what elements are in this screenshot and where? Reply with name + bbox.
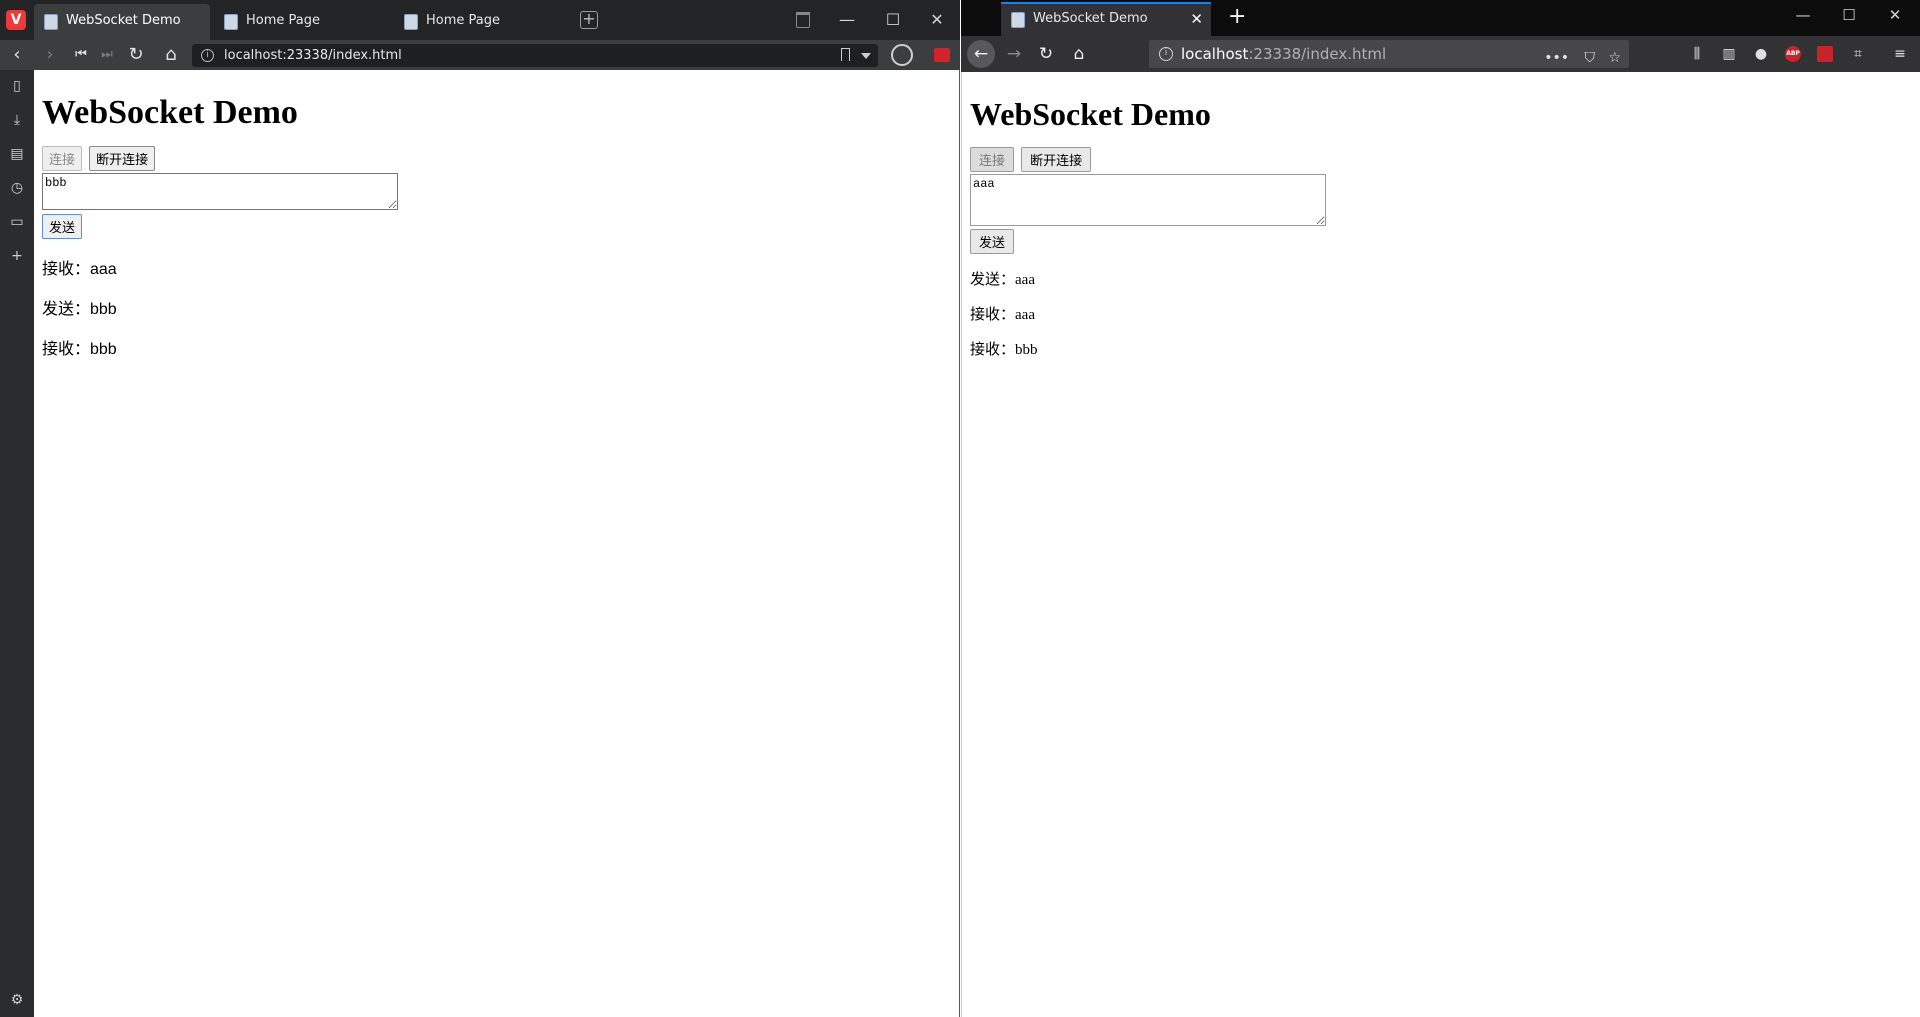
left-browser-window: V WebSocket Demo Home Page Home Page + —… bbox=[0, 0, 960, 1017]
connect-button[interactable]: 连接 bbox=[970, 147, 1015, 172]
message-entry: 接收：bbb bbox=[42, 341, 117, 358]
send-button[interactable]: 发送 bbox=[970, 229, 1015, 254]
message-entry: 接收：aaa bbox=[970, 307, 1035, 323]
menu-icon[interactable]: ≡ bbox=[1890, 44, 1910, 64]
left-page-content: WebSocket Demo 连接 断开连接 bbb 发送 接收：aaa 发送：… bbox=[34, 70, 959, 1017]
star-icon[interactable]: ☆ bbox=[1608, 44, 1621, 72]
home-icon[interactable]: ⌂ bbox=[158, 43, 184, 67]
bookmark-panel-icon[interactable]: ▯ bbox=[9, 78, 25, 94]
disconnect-button[interactable]: 断开连接 bbox=[89, 146, 156, 171]
forward-icon[interactable]: → bbox=[1001, 42, 1027, 66]
info-icon[interactable]: i bbox=[201, 49, 214, 62]
history-icon[interactable]: ◷ bbox=[9, 180, 25, 196]
adblock-icon[interactable]: ABP bbox=[1785, 46, 1801, 62]
window-panel-icon[interactable]: ▭ bbox=[9, 214, 25, 230]
sidebar-icon[interactable]: ▥ bbox=[1719, 44, 1739, 64]
library-icon[interactable]: ⫼ bbox=[1687, 44, 1707, 64]
add-panel-icon[interactable]: + bbox=[9, 248, 25, 264]
right-browser-window: WebSocket Demo ✕ + — ☐ ✕ ← → ↻ ⌂ i local… bbox=[961, 0, 1920, 1017]
forward-icon[interactable]: › bbox=[37, 43, 63, 67]
connect-button[interactable]: 连接 bbox=[42, 146, 83, 171]
rewind-icon[interactable]: ⏮ bbox=[68, 43, 94, 67]
left-side-panel: ▯ ⤓ ▤ ◷ ▭ + ⚙ bbox=[0, 70, 34, 1017]
address-bar[interactable]: i localhost:23338/index.html bbox=[192, 44, 878, 67]
tab-close-icon[interactable]: ✕ bbox=[1190, 4, 1203, 34]
settings-gear-icon[interactable]: ⚙ bbox=[9, 992, 25, 1008]
left-tab-bar: V WebSocket Demo Home Page Home Page + —… bbox=[0, 0, 960, 40]
profile-avatar-icon[interactable] bbox=[891, 44, 913, 66]
tab-label: WebSocket Demo bbox=[66, 13, 181, 28]
message-input[interactable]: aaa bbox=[970, 174, 1326, 226]
page-icon bbox=[1011, 12, 1025, 28]
maximize-button[interactable]: ☐ bbox=[878, 8, 908, 32]
chevron-down-icon[interactable] bbox=[861, 53, 871, 59]
tab-label: Home Page bbox=[426, 13, 500, 28]
right-tab-bar: WebSocket Demo ✕ + — ☐ ✕ bbox=[961, 0, 1920, 36]
pocket-icon[interactable]: ⛉ bbox=[1585, 44, 1596, 72]
back-icon[interactable]: ‹ bbox=[4, 43, 30, 67]
maximize-button[interactable]: ☐ bbox=[1834, 6, 1864, 28]
left-address-row: ‹ › ⏮ ⏭ ↻ ⌂ i localhost:23338/index.html bbox=[0, 40, 960, 70]
button-row: 连接 断开连接 bbox=[970, 147, 1912, 172]
right-page-content: WebSocket Demo 连接 断开连接 aaa 发送 发送：aaa 接收：… bbox=[961, 72, 1920, 1017]
tab-label: Home Page bbox=[246, 13, 320, 28]
message-entry: 接收：aaa bbox=[42, 261, 117, 278]
crop-icon[interactable]: ⌗ bbox=[1848, 44, 1868, 64]
fast-forward-icon[interactable]: ⏭ bbox=[94, 43, 120, 67]
account-icon[interactable]: ● bbox=[1751, 44, 1771, 64]
home-icon[interactable]: ⌂ bbox=[1066, 42, 1092, 66]
message-entry: 发送：bbb bbox=[42, 301, 117, 318]
new-tab-button[interactable]: + bbox=[580, 11, 598, 29]
disconnect-button[interactable]: 断开连接 bbox=[1021, 147, 1092, 172]
reload-icon[interactable]: ↻ bbox=[1033, 42, 1059, 66]
page-icon bbox=[44, 14, 58, 30]
address-bar[interactable]: i localhost:23338/index.html ••• ⛉ ☆ bbox=[1149, 40, 1629, 68]
close-button[interactable]: ✕ bbox=[922, 8, 952, 32]
url-path: :23338/index.html bbox=[1248, 45, 1387, 63]
right-navigation-bar: ← → ↻ ⌂ i localhost:23338/index.html •••… bbox=[961, 36, 1920, 72]
trash-icon[interactable] bbox=[796, 12, 810, 28]
notes-icon[interactable]: ▤ bbox=[9, 146, 25, 162]
tab-home-page-1[interactable]: Home Page bbox=[214, 4, 390, 40]
message-log: 发送：aaa 接收：aaa 接收：bbb bbox=[970, 268, 1912, 359]
page-title: WebSocket Demo bbox=[42, 94, 298, 131]
page-icon bbox=[404, 14, 418, 30]
reload-icon[interactable]: ↻ bbox=[123, 43, 149, 67]
tab-label: WebSocket Demo bbox=[1033, 11, 1148, 26]
message-entry: 接收：bbb bbox=[970, 342, 1038, 358]
new-tab-button[interactable]: + bbox=[1228, 6, 1246, 28]
more-actions-icon[interactable]: ••• bbox=[1544, 44, 1569, 72]
bookmark-icon[interactable] bbox=[841, 48, 850, 61]
url-text: localhost:23338/index.html bbox=[224, 48, 402, 63]
tab-home-page-2[interactable]: Home Page bbox=[394, 4, 570, 40]
url-host: localhost bbox=[1181, 45, 1249, 63]
back-icon[interactable]: ← bbox=[967, 40, 995, 68]
minimize-button[interactable]: — bbox=[832, 8, 862, 32]
page-icon bbox=[224, 14, 238, 30]
send-button[interactable]: 发送 bbox=[42, 214, 83, 239]
message-log: 接收：aaa 发送：bbb 接收：bbb bbox=[42, 255, 951, 359]
message-input[interactable]: bbb bbox=[42, 173, 398, 210]
extension-icon[interactable] bbox=[1817, 46, 1833, 62]
extension-icon[interactable] bbox=[934, 48, 950, 62]
close-button[interactable]: ✕ bbox=[1880, 6, 1910, 28]
tab-websocket-demo[interactable]: WebSocket Demo bbox=[34, 4, 210, 40]
page-title: WebSocket Demo bbox=[970, 96, 1211, 132]
minimize-button[interactable]: — bbox=[1788, 6, 1818, 28]
vivaldi-logo-icon[interactable]: V bbox=[6, 10, 26, 30]
message-entry: 发送：aaa bbox=[970, 272, 1035, 288]
download-icon[interactable]: ⤓ bbox=[9, 112, 25, 128]
button-row: 连接 断开连接 bbox=[42, 146, 951, 171]
tab-websocket-demo[interactable]: WebSocket Demo ✕ bbox=[1001, 2, 1211, 36]
info-icon[interactable]: i bbox=[1159, 47, 1173, 61]
